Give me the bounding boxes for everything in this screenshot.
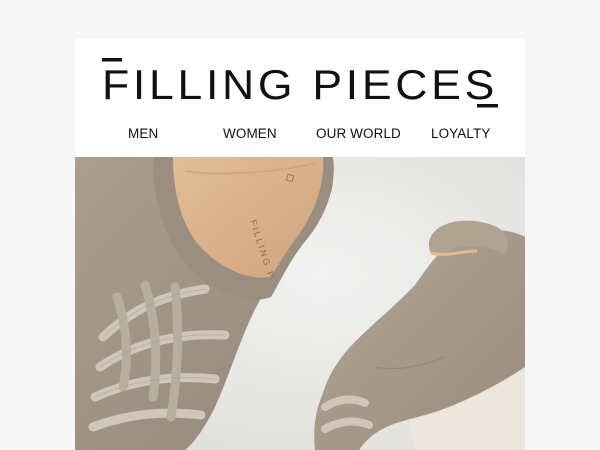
nav-loyalty-link[interactable]: LOYALTY <box>431 126 490 141</box>
main-nav: MEN WOMEN OUR WORLD LOYALTY <box>75 126 525 148</box>
nav-women-link[interactable]: WOMEN <box>223 126 277 141</box>
logo-text: FILLING PIECES <box>102 61 498 108</box>
brand-logo[interactable]: FILLING PIECES <box>75 56 525 116</box>
email-card: FILLING PIECES MEN WOMEN OUR WORLD LOYAL… <box>75 38 525 450</box>
nav-our-world-link[interactable]: OUR WORLD <box>316 126 401 141</box>
nav-men-link[interactable]: MEN <box>128 126 158 141</box>
hero-image[interactable]: FILLING P <box>75 157 525 450</box>
